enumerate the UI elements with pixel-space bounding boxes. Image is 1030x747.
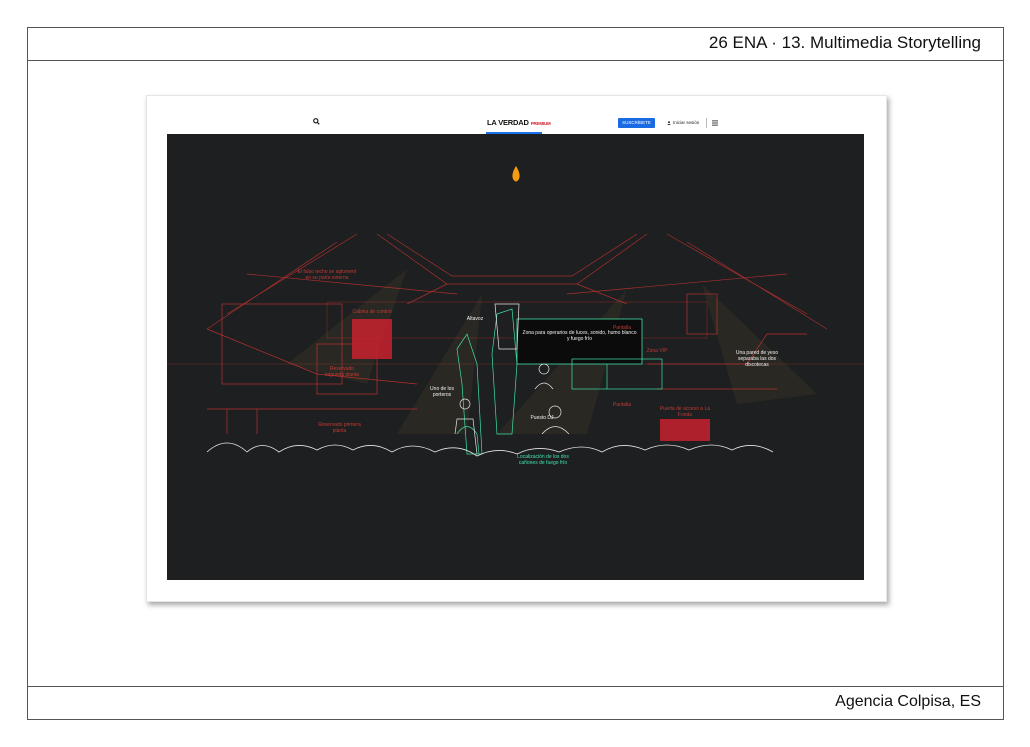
label-pared-yeso: Una pared de yeso separaba las dos disco… [735, 350, 779, 368]
puerta-block [660, 419, 710, 441]
screenshot-card: LA VERDAD PREMIUM SUSCRÍBETE Iniciar sesi… [146, 95, 887, 602]
slide-header: 26 ENA · 13. Multimedia Storytelling [28, 28, 1003, 61]
label-pantalla-2: Pantalla [612, 402, 632, 408]
label-falso-techo: El falso techo se aglomeró en su parte e… [297, 269, 357, 281]
site-logo[interactable]: LA VERDAD PREMIUM [487, 118, 551, 127]
search-icon[interactable] [313, 118, 320, 125]
crowd-outline [206, 442, 774, 457]
label-zona-operarios: Zona para operarios de luces, sonido, hu… [522, 330, 637, 342]
login-link[interactable]: Iniciar sesión [667, 119, 699, 127]
site-navbar: LA VERDAD PREMIUM SUSCRÍBETE Iniciar sesi… [147, 96, 886, 134]
credit-text: Agencia Colpisa, ES [835, 693, 981, 710]
label-reservado-segunda: Reservado segunda planta [324, 366, 360, 378]
label-cabina: Cabina de control [352, 309, 392, 315]
label-puerta: Puerta de acceso a La Fonda [659, 406, 711, 418]
logo-sub: PREMIUM [530, 120, 551, 126]
logo-text: LA VERDAD [487, 118, 529, 127]
slide-footer: Agencia Colpisa, ES [28, 686, 1003, 719]
nav-divider [706, 118, 707, 128]
cabina-block [352, 319, 392, 359]
label-altavoz: Altavoz [466, 316, 484, 322]
login-label: Iniciar sesión [673, 120, 700, 125]
label-porteros: Uno de los porteros [430, 386, 454, 398]
slide-title: 26 ENA · 13. Multimedia Storytelling [708, 33, 981, 52]
label-puesto-dj: Puesto DJ [530, 415, 554, 421]
label-pantalla-1: Pantalla [612, 325, 632, 331]
flame-icon [512, 166, 520, 182]
user-icon [667, 121, 671, 125]
label-canones: Localización de los dos cañones de fuego… [517, 454, 569, 466]
label-reservado-primera: Reservado primera planta [318, 422, 361, 434]
menu-icon[interactable] [712, 120, 718, 126]
label-zona-vip: Zona VIP [646, 348, 668, 354]
subscribe-button[interactable]: SUSCRÍBETE [618, 118, 655, 128]
club-illustration: El falso techo se aglomeró en su parte e… [167, 134, 864, 580]
